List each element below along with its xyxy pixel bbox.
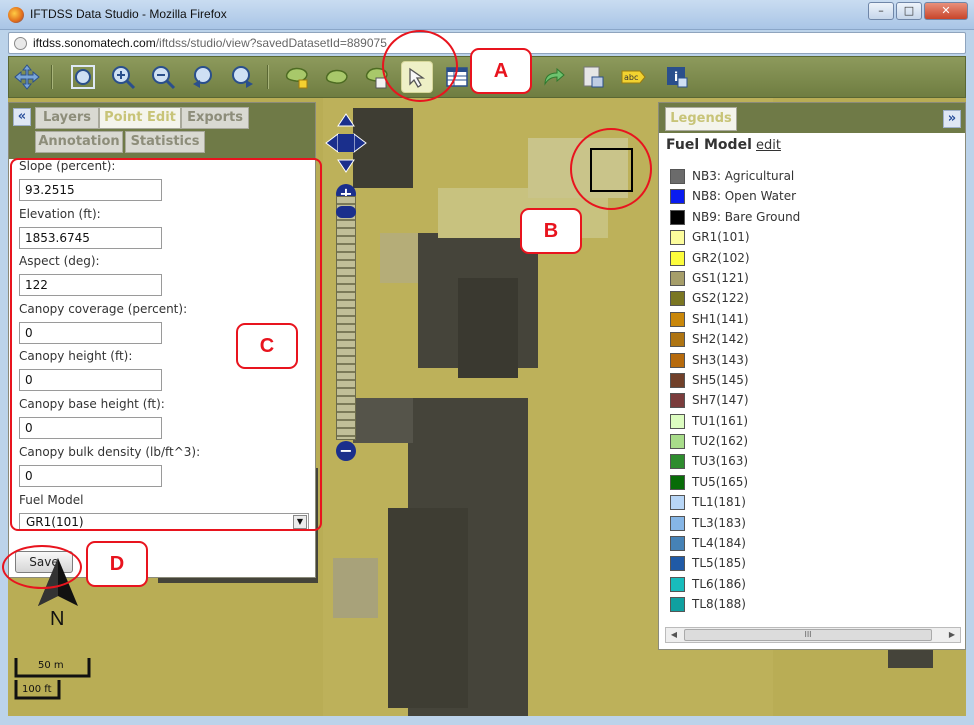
zoom-slider[interactable] xyxy=(336,196,356,440)
legend-item-label: TL1(181) xyxy=(692,495,746,510)
expand-panel-button[interactable]: » xyxy=(943,110,961,128)
legend-item-label: TU3(163) xyxy=(692,454,749,469)
legend-swatch xyxy=(670,250,685,266)
legend-swatch xyxy=(670,515,685,531)
edit-polygon-icon[interactable] xyxy=(321,61,353,93)
legend-item-label: NB3: Agricultural xyxy=(692,169,795,183)
url-domain: iftdss.sonomatech.com xyxy=(33,36,156,50)
tab-layers[interactable]: Layers xyxy=(35,107,99,129)
zoom-extent-icon[interactable] xyxy=(67,61,99,93)
legend-swatch xyxy=(670,454,685,470)
label-icon[interactable]: abc xyxy=(617,61,649,93)
legend-item-label: TU1(161) xyxy=(692,413,749,428)
legend-swatch xyxy=(670,474,685,490)
legend-edit-link[interactable]: edit xyxy=(756,138,781,153)
export-icon[interactable] xyxy=(577,61,609,93)
zoom-slider-handle[interactable] xyxy=(336,206,356,218)
legend-item-label: GS1(121) xyxy=(692,270,749,285)
legend-swatch xyxy=(670,352,685,368)
annotation-label-a: A xyxy=(470,48,532,94)
legend-item-label: SH3(143) xyxy=(692,352,749,367)
legend-item-label: SH1(141) xyxy=(692,311,749,326)
legend-title: Fuel Model xyxy=(666,137,752,153)
zoom-out-icon[interactable] xyxy=(147,61,179,93)
legend-item-label: TL4(184) xyxy=(692,536,746,551)
scroll-right-icon[interactable]: ▶ xyxy=(945,629,959,641)
legend-item-label: SH7(147) xyxy=(692,393,749,408)
window-titlebar: IFTDSS Data Studio - Mozilla Firefox – □… xyxy=(0,0,974,30)
annotation-label-c: C xyxy=(236,323,298,369)
legend-item-label: TL3(183) xyxy=(692,515,746,530)
annotation-label-d: D xyxy=(86,541,148,587)
legend-swatch xyxy=(670,372,685,388)
legend-item-label: SH2(142) xyxy=(692,332,749,347)
maximize-button[interactable]: □ xyxy=(896,2,922,20)
legend-item-label: NB9: Bare Ground xyxy=(692,209,801,224)
annotation-circle-map xyxy=(570,128,652,210)
legend-panel: Legends » Fuel Model edit NB3: Agricultu… xyxy=(658,102,966,650)
legend-item-label: GR2(102) xyxy=(692,250,750,265)
legend-swatch xyxy=(670,230,685,246)
legend-swatch xyxy=(670,169,685,184)
scroll-left-icon[interactable]: ◀ xyxy=(667,629,681,641)
legend-item-label: TU2(162) xyxy=(692,434,749,449)
legend-swatch xyxy=(670,536,685,552)
add-polygon-icon[interactable] xyxy=(281,61,313,93)
info-icon[interactable]: i xyxy=(661,61,693,93)
label-icon-text: abc xyxy=(624,73,638,82)
annotation-label-b: B xyxy=(520,208,582,254)
legend-item-label: TL8(188) xyxy=(692,597,746,612)
north-label: N xyxy=(50,608,65,630)
panel-tab-bar: « Layers Point Edit Exports Annotation S… xyxy=(9,103,315,159)
legend-swatch xyxy=(670,393,685,409)
globe-icon xyxy=(14,37,27,50)
legend-item-label: GR1(101) xyxy=(692,230,750,245)
pan-icon[interactable] xyxy=(11,61,43,93)
tab-legends[interactable]: Legends xyxy=(665,107,737,131)
url-text[interactable]: iftdss.sonomatech.com/iftdss/studio/view… xyxy=(33,36,387,50)
annotation-circle-save xyxy=(2,545,82,589)
legend-swatch xyxy=(670,413,685,429)
collapse-panel-button[interactable]: « xyxy=(13,108,31,126)
legend-swatch xyxy=(670,311,685,327)
legend-item-label: SH5(145) xyxy=(692,372,749,387)
legend-item-label: GS2(122) xyxy=(692,291,749,306)
redo-icon[interactable] xyxy=(537,61,569,93)
legend-swatch xyxy=(670,189,685,205)
legend-item-label: TU5(165) xyxy=(692,474,749,489)
close-button[interactable]: ✕ xyxy=(924,2,968,20)
legend-swatch xyxy=(670,597,685,613)
url-path: /iftdss/studio/view?savedDatasetId=88907… xyxy=(155,36,387,50)
legend-swatch xyxy=(670,209,685,225)
tab-annotation[interactable]: Annotation xyxy=(35,131,123,153)
zoom-in-icon[interactable] xyxy=(107,61,139,93)
scale-feet: 100 ft xyxy=(22,684,52,695)
tab-point-edit[interactable]: Point Edit xyxy=(99,107,181,129)
legend-swatch xyxy=(670,332,685,348)
window-title: IFTDSS Data Studio - Mozilla Firefox xyxy=(30,7,227,21)
legend-item-label: TL5(185) xyxy=(692,556,746,571)
legend-item-label: TL6(186) xyxy=(692,576,746,591)
zoom-out-button[interactable]: − xyxy=(336,441,356,461)
legend-swatch xyxy=(670,556,685,572)
legend-tab-bar: Legends » xyxy=(659,103,965,133)
legend-swatch xyxy=(670,576,685,592)
legend-item-label: NB8: Open Water xyxy=(692,189,797,204)
minimize-button[interactable]: – xyxy=(868,2,894,20)
zoom-next-icon[interactable] xyxy=(227,61,259,93)
scroll-thumb[interactable]: III xyxy=(684,629,932,641)
tab-exports[interactable]: Exports xyxy=(181,107,249,129)
scale-bar: 50 m 100 ft xyxy=(14,656,94,700)
scale-meters: 50 m xyxy=(38,660,64,671)
pan-arrows[interactable] xyxy=(324,112,368,174)
legend-swatch xyxy=(670,291,685,307)
tab-statistics[interactable]: Statistics xyxy=(125,131,205,153)
legend-swatch xyxy=(670,270,685,286)
zoom-previous-icon[interactable] xyxy=(187,61,219,93)
firefox-icon xyxy=(8,7,24,23)
annotation-circle-toolbar xyxy=(382,30,458,102)
legend-swatch xyxy=(670,434,685,450)
legend-horizontal-scrollbar[interactable]: ◀ III ▶ xyxy=(665,627,961,643)
legend-swatch xyxy=(670,495,685,511)
